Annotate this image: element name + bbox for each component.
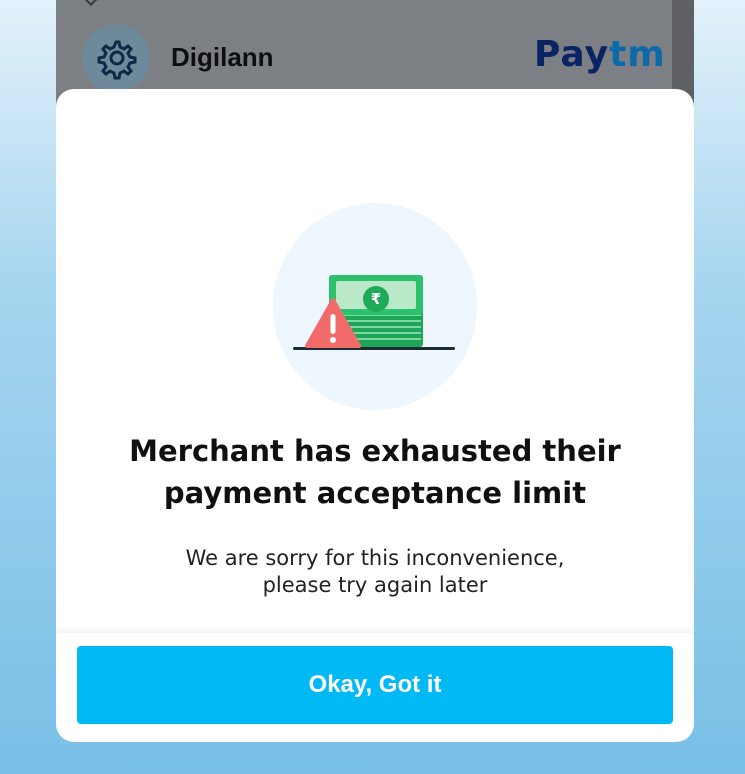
- logo-tm: tm: [609, 34, 666, 75]
- dialog-message-line-2: please try again later: [262, 573, 488, 597]
- footer-divider: [56, 625, 694, 633]
- okay-got-it-button[interactable]: Okay, Got it: [77, 646, 673, 724]
- gear-icon: [97, 40, 137, 80]
- cash-bundle-warning-icon: ₹: [293, 275, 455, 350]
- chevron-up-icon: [83, 0, 99, 7]
- dialog-title-line-1: Merchant has exhausted their: [129, 434, 621, 468]
- paytm-logo: Paytm: [534, 34, 666, 75]
- dialog-title-line-2: payment acceptance limit: [163, 476, 587, 510]
- merchant-name: Digilann: [171, 42, 274, 72]
- dialog-title: Merchant has exhausted their payment acc…: [56, 430, 694, 514]
- merchant-avatar: [82, 24, 150, 92]
- dialog-message-line-1: We are sorry for this inconvenience,: [185, 546, 565, 570]
- dialog-message: We are sorry for this inconvenience, ple…: [56, 545, 694, 599]
- limit-exhausted-sheet: ₹ Merchant has exhausted their payment a…: [56, 89, 694, 742]
- illustration-circle: ₹: [273, 203, 477, 410]
- logo-pay: Pay: [534, 34, 610, 75]
- svg-text:₹: ₹: [371, 290, 381, 308]
